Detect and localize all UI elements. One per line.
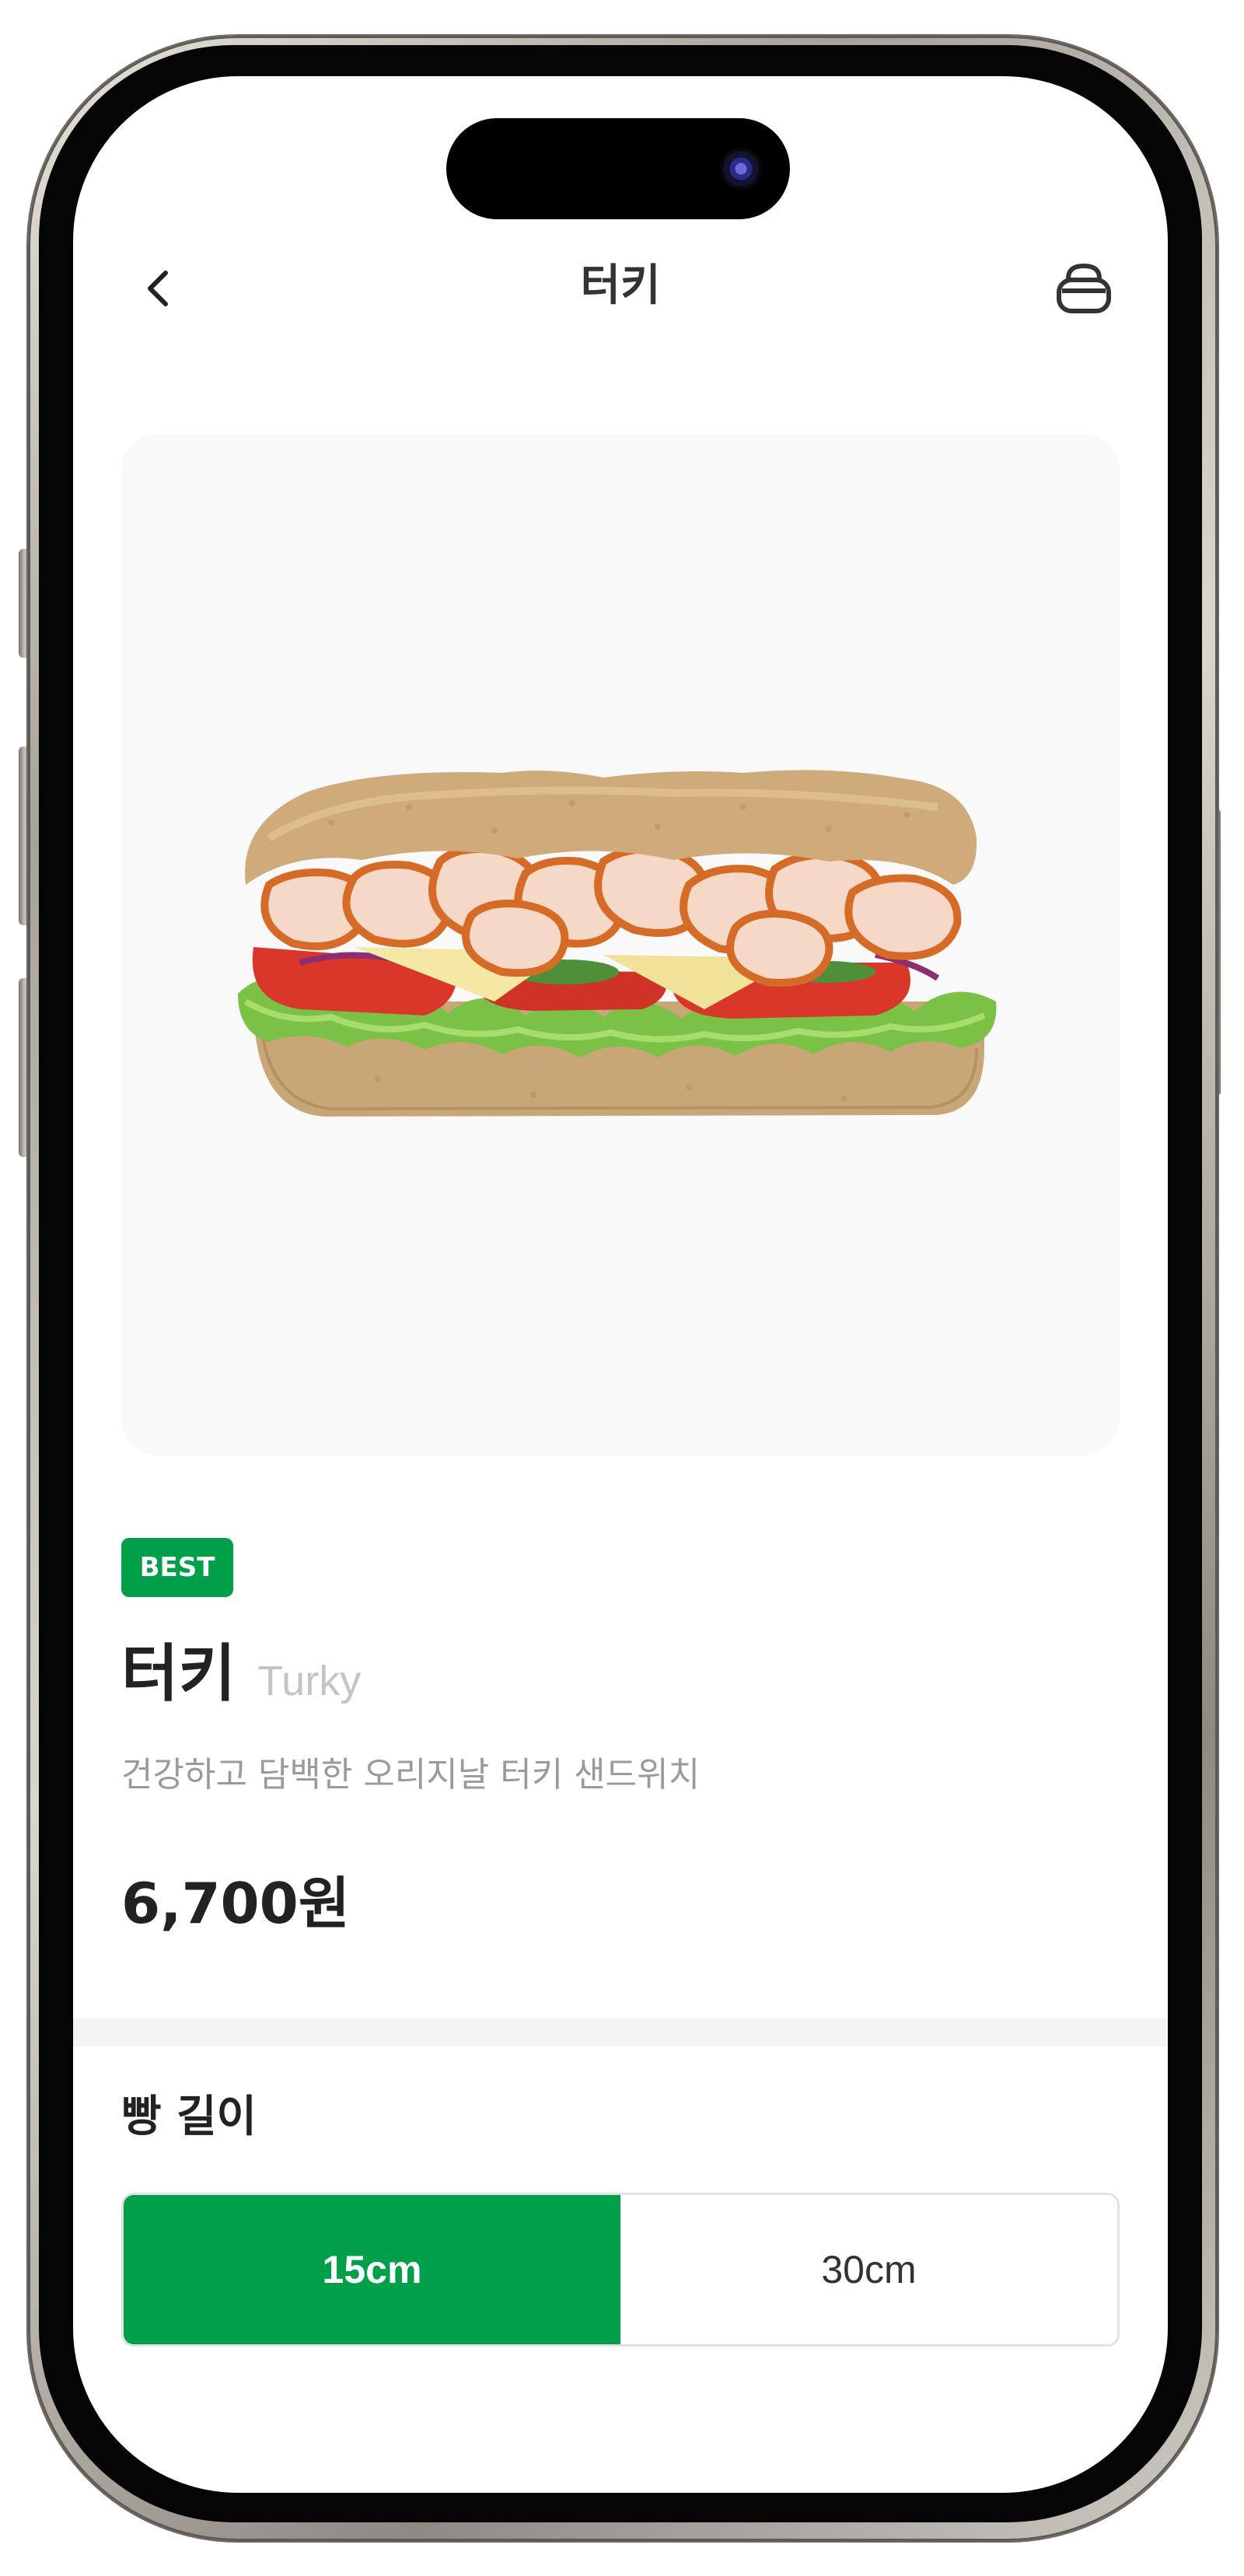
bread-length-option-15cm[interactable]: 15cm [124,2195,620,2344]
bread-length-title: 빵 길이 [121,2092,257,2142]
product-description: 건강하고 담백한 오리지날 터키 샌드위치 [121,1755,701,1795]
app-header: 터키 [73,232,1168,341]
sandwich-image [238,770,997,1117]
page-title: 터키 [580,260,661,311]
product-name-english: Turky [257,1658,362,1704]
product-price: 6,700원 [121,1871,350,1936]
product-name-korean: 터키 [121,1638,236,1710]
section-divider [73,2019,1168,2046]
dynamic-island [446,118,790,219]
cart-button[interactable] [1047,252,1121,327]
app-screen: 터키 BEST 터키 Turky 건강하고 담백한 오리지날 터키 샌드위치 6… [73,76,1168,2493]
product-name-row: 터키 Turky [121,1624,362,1710]
bread-length-selector: 15cm 30cm [121,2193,1120,2347]
bread-length-option-30cm[interactable]: 30cm [620,2195,1117,2344]
best-badge: BEST [121,1538,233,1597]
front-camera-icon [720,148,762,190]
page: 터키 BEST 터키 Turky 건강하고 담백한 오리지날 터키 샌드위치 6… [0,0,1244,2576]
cart-bowl-icon [1057,263,1111,313]
product-image-card [121,434,1120,1456]
